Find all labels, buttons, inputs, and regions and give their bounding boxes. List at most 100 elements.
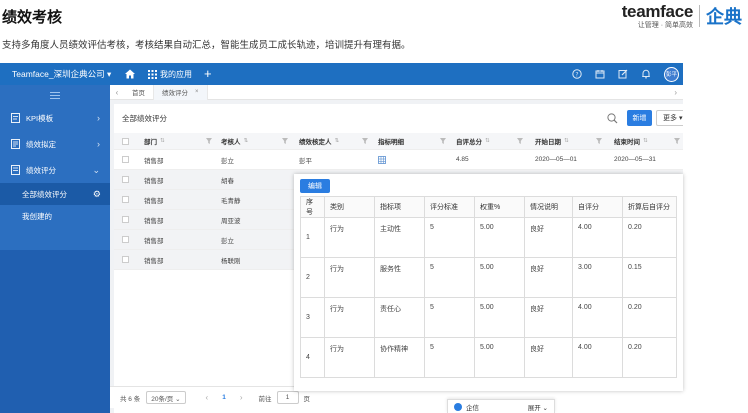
search-icon[interactable] <box>607 113 618 124</box>
sidebar-toggle[interactable] <box>0 85 110 105</box>
cell-category: 行为 <box>324 257 375 298</box>
bell-icon[interactable] <box>641 69 651 79</box>
goto-page-input[interactable]: 1 <box>276 391 299 404</box>
cell-item: 主动性 <box>374 217 425 258</box>
goto-unit: 页 <box>303 395 311 403</box>
filter-icon[interactable] <box>362 138 368 144</box>
template-icon <box>11 113 20 123</box>
detail-row[interactable]: 2 行为 服务性 5 5.00 良好 3.00 0.15 <box>300 257 677 298</box>
column-header: 序号 <box>300 196 325 218</box>
cell-person: 胡春 <box>221 177 234 185</box>
sidebar-subitem-created-by-me[interactable]: 我创建的 <box>0 205 110 227</box>
detail-row[interactable]: 4 行为 协作精神 5 5.00 良好 4.00 0.20 <box>300 337 677 378</box>
gear-icon[interactable]: ⚙ <box>93 189 101 200</box>
chat-widget[interactable]: 企信 展开 ⌄ <box>447 399 555 413</box>
column-header[interactable]: 绩效核定人 ⇅ <box>299 133 339 149</box>
cell-person: 周亚波 <box>221 217 241 225</box>
cell-self: 4.00 <box>572 337 623 378</box>
detail-row[interactable]: 3 行为 责任心 5 5.00 良好 4.00 0.20 <box>300 297 677 338</box>
column-header: 自评分 <box>572 196 623 218</box>
avatar[interactable]: 彭平 <box>664 66 679 82</box>
cell-converted: 0.20 <box>622 217 677 258</box>
row-checkbox[interactable] <box>122 250 129 269</box>
cell-person: 彭立 <box>221 157 234 165</box>
top-bar: Teamface_深圳企典公司 ▾ 我的应用 + ? 彭平 <box>0 63 683 85</box>
row-checkbox[interactable] <box>122 190 129 209</box>
chat-icon <box>454 402 462 411</box>
chat-expand-button[interactable]: 展开 ⌄ <box>528 402 548 412</box>
tab-home[interactable]: 首页 <box>124 84 154 100</box>
help-icon[interactable]: ? <box>572 69 582 79</box>
edit-note-icon[interactable] <box>618 69 628 79</box>
sidebar-item-performance-draft[interactable]: 绩效拟定 › <box>0 131 110 157</box>
cell-dept: 销售部 <box>144 177 164 185</box>
table-row[interactable]: 销售部 彭立 彭平 4.85 2020—05—01 2020—05—31 <box>114 150 683 170</box>
column-header[interactable]: 开始日期 ⇅ <box>535 133 569 149</box>
next-page-button[interactable]: › <box>240 393 243 402</box>
cell-converted: 0.15 <box>622 257 677 298</box>
column-header[interactable]: 自评总分 ⇅ <box>456 133 490 149</box>
cell-item: 服务性 <box>374 257 425 298</box>
row-checkbox[interactable] <box>122 150 129 169</box>
tab-scroll-right-icon[interactable]: › <box>674 88 677 97</box>
filter-icon[interactable] <box>440 138 446 144</box>
close-icon[interactable]: × <box>195 89 199 95</box>
cell-converted: 0.20 <box>622 297 677 338</box>
cell-standard: 5 <box>424 217 475 258</box>
sidebar-empty-area <box>0 250 110 413</box>
new-button[interactable]: 新增 <box>627 110 652 126</box>
cell-category: 行为 <box>324 217 375 258</box>
top-bar-actions: ? 彭平 <box>572 63 683 85</box>
document-icon <box>11 139 20 149</box>
panel-title: 全部绩效评分 <box>122 114 167 123</box>
tab-scroll-left-icon[interactable]: ‹ <box>110 88 124 97</box>
row-checkbox[interactable] <box>122 230 129 249</box>
cell-end: 2020—05—31 <box>614 156 656 163</box>
column-header: 权重% <box>474 196 525 218</box>
menu-collapse-icon[interactable] <box>50 91 60 99</box>
calendar-icon[interactable] <box>595 69 605 79</box>
column-header[interactable]: 考核人 ⇅ <box>221 133 248 149</box>
page-number[interactable]: 1 <box>222 394 226 401</box>
filter-icon[interactable] <box>674 138 680 144</box>
prev-page-button[interactable]: ‹ <box>206 393 209 402</box>
sidebar-subitem-label: 全部绩效评分 <box>22 189 67 199</box>
filter-icon[interactable] <box>206 138 212 144</box>
cell-dept: 销售部 <box>144 237 164 245</box>
table-grid-icon[interactable] <box>378 155 386 164</box>
column-header[interactable]: 指标明细 <box>378 133 404 149</box>
sidebar-item-performance-score[interactable]: 绩效评分 ⌄ <box>0 157 110 183</box>
sidebar-item-kpi-template[interactable]: KPI模板 › <box>0 105 110 131</box>
brand-cn-name: 企典 <box>706 7 742 27</box>
column-header[interactable]: 结束时间 ⇅ <box>614 133 648 149</box>
company-switcher[interactable]: Teamface_深圳企典公司 ▾ <box>0 68 112 80</box>
tab-performance-score[interactable]: 绩效评分 × <box>154 84 208 100</box>
my-apps-link[interactable]: 我的应用 <box>160 69 192 80</box>
column-header[interactable]: 部门 ⇅ <box>144 133 165 149</box>
cell-detail[interactable] <box>378 150 386 169</box>
cell-dept: 销售部 <box>144 257 164 265</box>
edit-button[interactable]: 编辑 <box>300 179 330 193</box>
column-header: 指标项 <box>374 196 425 218</box>
apps-grid-icon[interactable] <box>148 69 157 79</box>
select-all-checkbox[interactable] <box>122 133 129 149</box>
cell-weight: 5.00 <box>474 337 525 378</box>
page-size-select[interactable]: 20条/页 ⌄ <box>146 391 186 404</box>
indicator-detail-popup: 编辑 序号 类别 指标项 评分标准 权重% 情况说明 自评分 折算后自评分 1 … <box>294 174 683 391</box>
cell-person: 杨联刚 <box>221 257 241 265</box>
chat-label: 企信 <box>466 404 479 412</box>
detail-row[interactable]: 1 行为 主动性 5 5.00 良好 4.00 0.20 <box>300 217 677 258</box>
filter-icon[interactable] <box>596 138 602 144</box>
cell-category: 行为 <box>324 337 375 378</box>
row-checkbox[interactable] <box>122 210 129 229</box>
svg-text:?: ? <box>575 71 578 78</box>
more-button[interactable]: 更多 ▾ <box>656 110 683 126</box>
sidebar-item-label: 绩效评分 <box>26 165 56 175</box>
add-icon[interactable]: + <box>204 67 212 80</box>
home-icon[interactable] <box>124 68 136 80</box>
filter-icon[interactable] <box>282 138 288 144</box>
filter-icon[interactable] <box>517 138 523 144</box>
cell-standard: 5 <box>424 337 475 378</box>
row-checkbox[interactable] <box>122 170 129 189</box>
sidebar-subitem-all-scores[interactable]: 全部绩效评分 ⚙ <box>0 183 110 205</box>
